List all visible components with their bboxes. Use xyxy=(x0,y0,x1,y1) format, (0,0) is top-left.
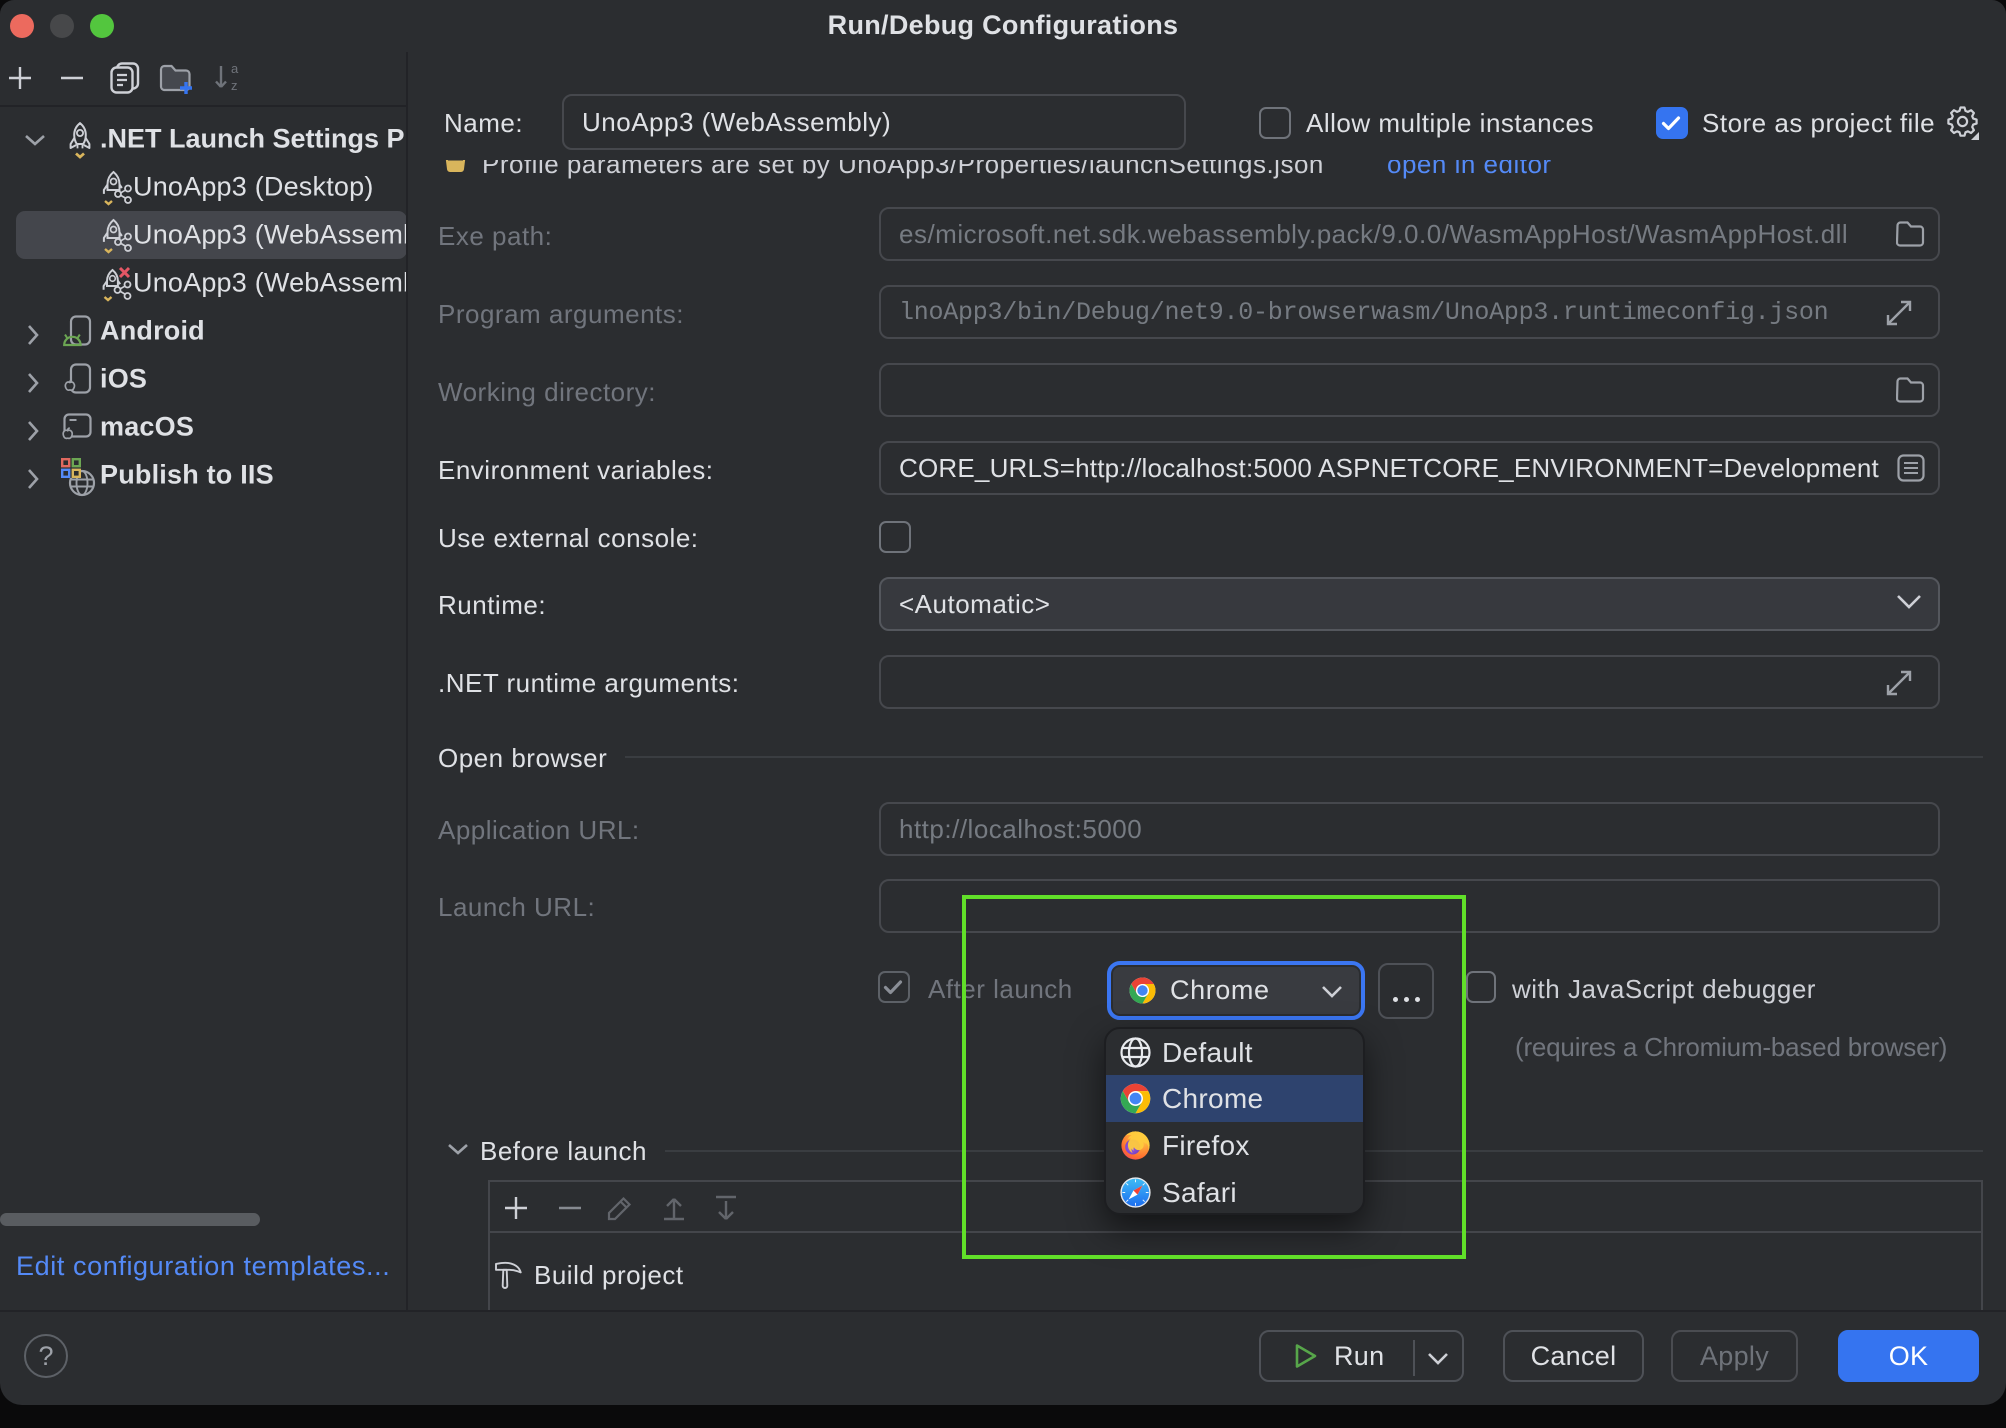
svg-text:z: z xyxy=(231,78,238,93)
svg-text:a: a xyxy=(231,63,239,76)
